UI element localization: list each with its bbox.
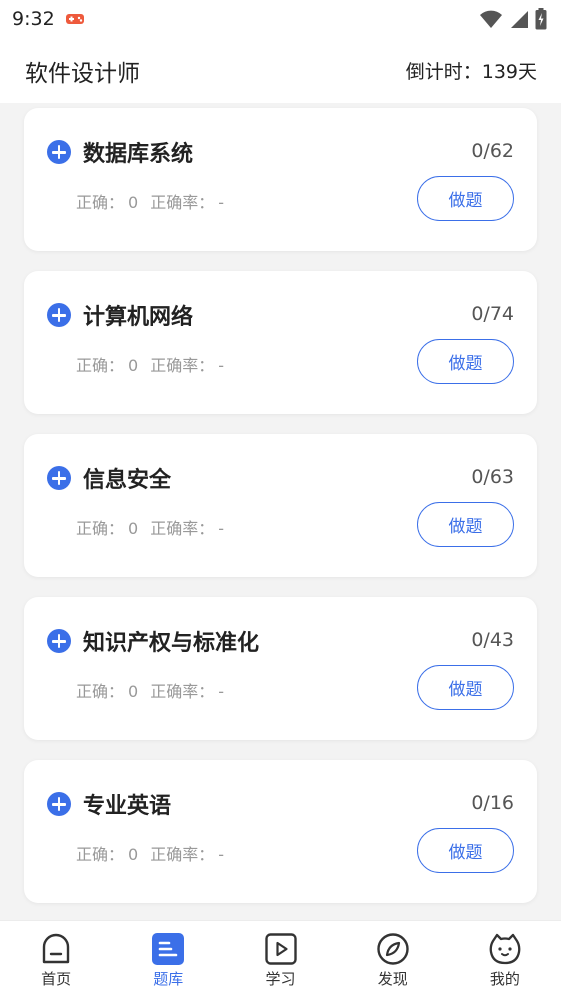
cat-face-icon — [489, 933, 521, 965]
correct-rate-value: - — [218, 682, 224, 701]
chapter-card-database[interactable]: 数据库系统 0/62 正确： 0 正确率： - 做题 — [24, 108, 537, 251]
tab-label: 题库 — [153, 970, 184, 988]
chapter-stats: 正确： 0 正确率： - — [76, 678, 224, 702]
chapter-title: 专业英语 — [83, 794, 172, 819]
practice-button[interactable]: 做题 — [417, 339, 514, 384]
correct-value: 0 — [128, 519, 139, 538]
chapter-progress-count: 0/43 — [471, 629, 514, 651]
correct-value: 0 — [128, 356, 139, 375]
chapter-progress-count: 0/63 — [471, 466, 514, 488]
correct-label: 正确： — [76, 193, 125, 212]
practice-button[interactable]: 做题 — [417, 176, 514, 221]
tab-study[interactable]: 学习 — [224, 921, 336, 999]
expand-plus-icon[interactable] — [47, 466, 71, 490]
expand-plus-icon[interactable] — [47, 303, 71, 327]
status-left: 9:32 — [12, 8, 85, 30]
tab-label: 学习 — [265, 970, 296, 988]
correct-rate-label: 正确率： — [150, 845, 215, 864]
correct-value: 0 — [128, 682, 139, 701]
chapter-stats: 正确： 0 正确率： - — [76, 515, 224, 539]
correct-label: 正确： — [76, 682, 125, 701]
correct-rate-value: - — [218, 193, 224, 212]
chapter-stats: 正确： 0 正确率： - — [76, 189, 224, 213]
correct-rate-value: - — [218, 845, 224, 864]
chapter-progress-count: 0/74 — [471, 303, 514, 325]
correct-rate-label: 正确率： — [150, 682, 215, 701]
question-bank-list[interactable]: 数据库系统 0/62 正确： 0 正确率： - 做题 计算机网络 0/74 正确： 0… — [0, 103, 561, 920]
expand-plus-icon[interactable] — [47, 792, 71, 816]
expand-plus-icon[interactable] — [47, 629, 71, 653]
practice-button[interactable]: 做题 — [417, 828, 514, 873]
chapter-progress-count: 0/62 — [471, 140, 514, 162]
chapter-card-ip-standards[interactable]: 知识产权与标准化 0/43 正确： 0 正确率： - 做题 — [24, 597, 537, 740]
correct-rate-label: 正确率： — [150, 193, 215, 212]
page-title: 软件设计师 — [25, 60, 140, 87]
correct-label: 正确： — [76, 845, 125, 864]
header: 软件设计师 倒计时：139天 — [0, 38, 561, 103]
correct-rate-value: - — [218, 356, 224, 375]
chapter-title: 信息安全 — [83, 468, 172, 493]
question-bank-icon — [152, 933, 185, 965]
chapter-card-security[interactable]: 信息安全 0/63 正确： 0 正确率： - 做题 — [24, 434, 537, 577]
compass-icon — [377, 933, 409, 965]
video-play-icon — [264, 933, 297, 965]
expand-plus-icon[interactable] — [47, 140, 71, 164]
exam-countdown: 倒计时：139天 — [405, 61, 537, 83]
status-bar: 9:32 — [0, 0, 561, 38]
tab-home[interactable]: 首页 — [0, 921, 112, 999]
correct-label: 正确： — [76, 356, 125, 375]
chapter-title: 数据库系统 — [83, 142, 194, 167]
status-time: 9:32 — [12, 8, 55, 30]
wifi-icon — [480, 10, 502, 28]
chapter-stats: 正确： 0 正确率： - — [76, 841, 224, 865]
chapter-stats: 正确： 0 正确率： - — [76, 352, 224, 376]
chapter-title: 计算机网络 — [83, 305, 194, 330]
tab-discover[interactable]: 发现 — [337, 921, 449, 999]
tab-profile[interactable]: 我的 — [449, 921, 561, 999]
chapter-card-english[interactable]: 专业英语 0/16 正确： 0 正确率： - 做题 — [24, 760, 537, 903]
battery-icon — [535, 8, 547, 30]
chapter-title: 知识产权与标准化 — [83, 631, 260, 656]
bottom-tab-bar: 首页 题库 学习 发现 我的 — [0, 920, 561, 999]
tab-label: 发现 — [377, 970, 408, 988]
correct-label: 正确： — [76, 519, 125, 538]
status-right — [479, 8, 547, 30]
cell-signal-icon — [511, 11, 528, 28]
practice-button[interactable]: 做题 — [417, 665, 514, 710]
tab-question-bank[interactable]: 题库 — [112, 921, 224, 999]
tab-label: 我的 — [489, 970, 520, 988]
correct-rate-value: - — [218, 519, 224, 538]
tab-label: 首页 — [41, 970, 72, 988]
correct-rate-label: 正确率： — [150, 356, 215, 375]
gamepad-notification-icon — [65, 14, 84, 24]
correct-value: 0 — [128, 845, 139, 864]
home-icon — [42, 933, 70, 964]
practice-button[interactable]: 做题 — [417, 502, 514, 547]
correct-rate-label: 正确率： — [150, 519, 215, 538]
chapter-card-network[interactable]: 计算机网络 0/74 正确： 0 正确率： - 做题 — [24, 271, 537, 414]
correct-value: 0 — [128, 193, 139, 212]
chapter-progress-count: 0/16 — [471, 792, 514, 814]
